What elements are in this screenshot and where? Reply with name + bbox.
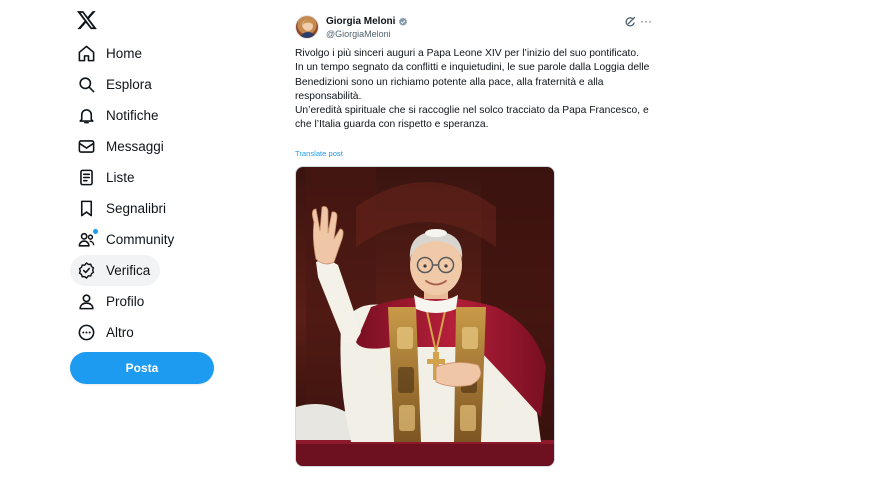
sidebar-item-bookmarks[interactable]: Segnalibri: [70, 193, 176, 224]
verified-badge-icon: [399, 17, 408, 26]
sidebar-item-community[interactable]: Community: [70, 224, 184, 255]
bell-icon: [76, 106, 96, 126]
person-icon: [76, 292, 96, 312]
sidebar-item-label: Altro: [106, 325, 134, 340]
tweet-paragraph: Rivolgo i più sinceri auguri a Papa Leon…: [295, 48, 640, 59]
sidebar-item-label: Notifiche: [106, 108, 159, 123]
post-button[interactable]: Posta: [70, 352, 214, 384]
sidebar-item-label: Segnalibri: [106, 201, 167, 216]
verified-icon: [76, 261, 96, 281]
author-name[interactable]: Giorgia Meloni: [326, 16, 395, 27]
sidebar-item-label: Community: [106, 232, 175, 247]
sidebar-item-label: Home: [106, 46, 143, 61]
sidebar-item-label: Liste: [106, 170, 135, 185]
tweet-paragraph: Un’eredità spirituale che si raccoglie n…: [295, 105, 649, 131]
sidebar-item-label: Esplora: [106, 77, 152, 92]
sidebar-item-explore[interactable]: Esplora: [70, 69, 162, 100]
search-icon: [76, 75, 96, 95]
community-icon: [76, 228, 98, 250]
tweet-image[interactable]: [295, 166, 555, 467]
sidebar-item-label: Profilo: [106, 294, 145, 309]
home-icon: [76, 44, 96, 64]
sidebar-item-notifications[interactable]: Notifiche: [70, 100, 169, 131]
author-name-row[interactable]: Giorgia Meloni: [326, 16, 408, 27]
x-logo-icon[interactable]: [76, 9, 98, 31]
avatar[interactable]: [295, 15, 319, 39]
translate-post-link[interactable]: Translate post: [295, 149, 343, 158]
tweet-paragraph: In un tempo segnato da conflitti e inqui…: [295, 62, 650, 102]
tweet-author[interactable]: Giorgia Meloni @GiorgiaMeloni: [326, 16, 408, 39]
sidebar-item-messages[interactable]: Messaggi: [70, 131, 174, 162]
sidebar-item-label: Messaggi: [106, 139, 164, 154]
sidebar-item-more[interactable]: Altro: [70, 317, 144, 348]
tweet-photo: [296, 167, 554, 466]
notification-dot: [93, 228, 98, 234]
sidebar-item-lists[interactable]: Liste: [70, 162, 145, 193]
tweet-text: Rivolgo i più sinceri auguri a Papa Leon…: [295, 47, 665, 133]
more-circle-icon: [76, 323, 96, 343]
sidebar-item-verified[interactable]: Verifica: [70, 255, 161, 286]
sidebar-item-label: Verifica: [106, 263, 151, 278]
grok-icon[interactable]: [624, 16, 636, 28]
more-options-icon[interactable]: ···: [640, 14, 652, 28]
sidebar-item-profile[interactable]: Profilo: [70, 286, 154, 317]
envelope-icon: [76, 137, 96, 157]
bookmark-icon: [76, 199, 96, 219]
list-icon: [76, 168, 96, 188]
sidebar-item-home[interactable]: Home: [70, 38, 152, 69]
author-handle[interactable]: @GiorgiaMeloni: [326, 29, 408, 39]
